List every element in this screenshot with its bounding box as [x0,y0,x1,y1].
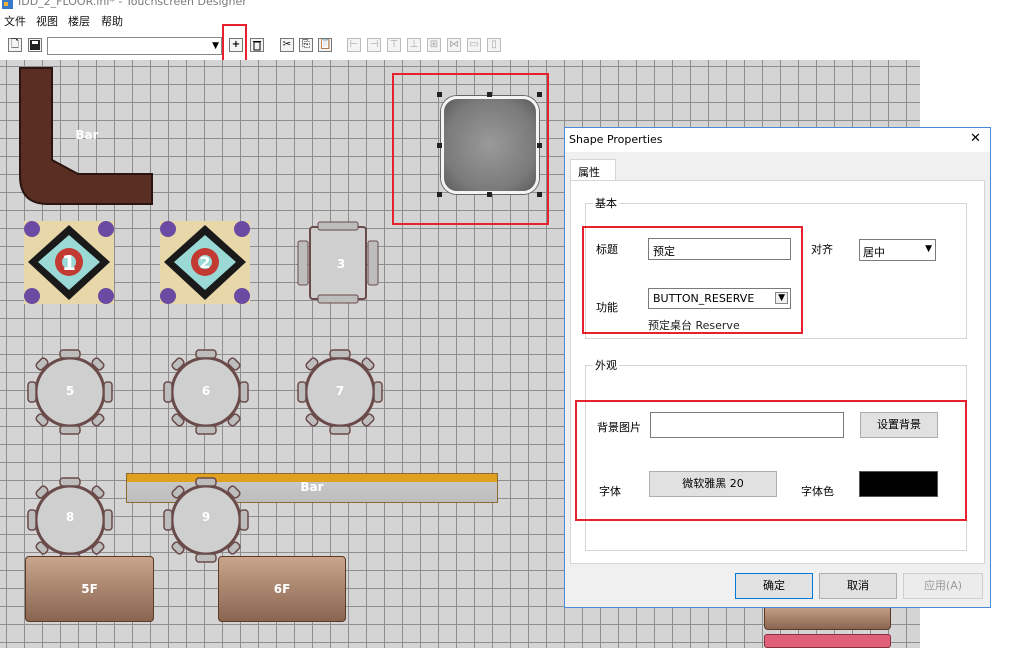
bar-label: Bar [75,128,99,142]
floor-6f-label: 6F [273,582,291,596]
table-5[interactable]: 5 [26,348,116,438]
tab-properties[interactable]: 属性 [570,159,616,181]
table-number: 2 [199,253,211,272]
table-9[interactable]: 9 [162,476,252,566]
tab-label: 属性 [578,166,600,179]
align-label: 对齐 [811,243,833,256]
table-number: 9 [201,510,211,524]
align-top-icon[interactable]: ⊤ [387,38,401,52]
basic-group-title: 基本 [593,195,619,211]
floor-5f-label: 5F [81,582,98,596]
menu-floor[interactable]: 楼层 [68,13,90,29]
table-number: 3 [336,257,346,271]
menu-bar: 文件 视图 楼层 帮助 [0,12,1015,30]
delete-shape-button[interactable] [250,38,264,52]
resize-handle[interactable] [537,92,542,97]
shape-properties-dialog: Shape Properties ✕ 属性 基本 标题 预定 对齐 居中 ▼ 功… [564,127,991,608]
table-8[interactable]: 8 [26,476,116,566]
apply-button[interactable]: 应用(A) [903,573,983,599]
table-3[interactable]: 3 [296,221,386,311]
resize-handle[interactable] [537,143,542,148]
copy-button[interactable]: ⎘ [299,38,313,52]
table-number: 5 [65,384,75,398]
cut-button[interactable]: ✂ [280,38,294,52]
basic-highlight [582,226,803,334]
floppy-disk-icon [30,40,40,50]
resize-handle[interactable] [437,92,442,97]
distribute-icon[interactable]: ⋈ [447,38,461,52]
table-number: 8 [65,510,75,524]
title-bar: IDD_2_FLOOR.ini* - Touchscreen Designer [0,0,1015,11]
tab-panel: 基本 标题 预定 对齐 居中 ▼ 功能 BUTTON_RESERVE ▼ 预定桌… [570,180,985,564]
table-number: 1 [62,251,76,275]
table-2[interactable]: 2 [160,221,250,311]
app-icon [2,0,13,9]
floor-button-pink[interactable] [764,634,891,648]
bar-long-label: Bar [300,480,324,494]
cancel-button[interactable]: 取消 [819,573,897,599]
resize-handle[interactable] [437,143,442,148]
menu-help[interactable]: 帮助 [101,13,123,29]
save-icon[interactable] [28,38,42,52]
table-6[interactable]: 6 [162,348,252,438]
paste-button[interactable]: 📋 [318,38,332,52]
resize-handle[interactable] [487,192,492,197]
chevron-down-icon: ▼ [925,244,932,254]
same-height-icon[interactable]: ▯ [487,38,501,52]
align-select-value: 居中 [863,246,885,259]
window-title: IDD_2_FLOOR.ini* - Touchscreen Designer [18,0,247,8]
appearance-highlight [575,400,967,521]
dialog-titlebar[interactable]: Shape Properties ✕ [565,128,990,152]
trash-icon [253,41,261,51]
close-icon[interactable]: ✕ [970,131,981,146]
chevron-down-icon: ▼ [212,41,219,51]
menu-view[interactable]: 视图 [36,13,58,29]
align-select[interactable]: 居中 ▼ [859,239,936,261]
table-1[interactable]: 1 [24,221,114,311]
appearance-group-title: 外观 [593,357,619,373]
menu-file[interactable]: 文件 [4,13,26,29]
align-left-icon[interactable]: ⊢ [347,38,361,52]
resize-handle[interactable] [437,192,442,197]
resize-handle[interactable] [537,192,542,197]
align-center-icon[interactable]: ⊞ [427,38,441,52]
new-file-icon[interactable]: 🗋 [8,38,22,52]
resize-handle[interactable] [487,92,492,97]
table-7[interactable]: 7 [296,348,386,438]
dialog-title: Shape Properties [569,133,663,146]
table-number: 7 [335,384,345,398]
same-width-icon[interactable]: ▭ [467,38,481,52]
align-bottom-icon[interactable]: ⊥ [407,38,421,52]
align-right-icon[interactable]: ⊣ [367,38,381,52]
table-number: 6 [201,384,211,398]
selected-rounded-button-shape[interactable] [441,96,539,194]
ok-button[interactable]: 确定 [735,573,813,599]
layout-select[interactable]: ▼ [47,37,222,55]
